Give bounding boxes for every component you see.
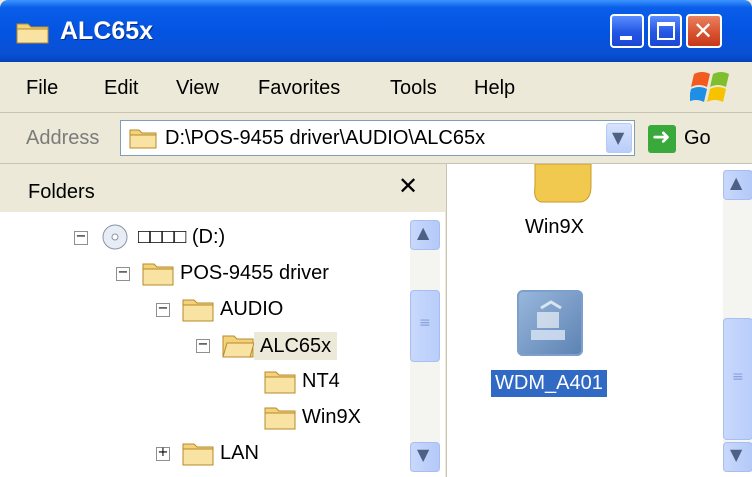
folders-pane: Folders ✕ − □□□□ (D:) − POS-9455 driver … xyxy=(0,164,445,477)
content-scrollbar[interactable]: ▲ ≡ ▼ xyxy=(723,170,752,472)
chevron-up-icon: ▲ xyxy=(730,173,743,192)
driver-installer-icon[interactable] xyxy=(517,290,583,356)
address-label: Address xyxy=(26,127,100,149)
go-button[interactable]: ➜ xyxy=(648,125,676,153)
folder-open-icon xyxy=(222,335,254,358)
grip-icon: ≡ xyxy=(732,369,744,385)
folder-icon xyxy=(142,263,174,286)
go-label[interactable]: Go xyxy=(684,127,711,150)
collapse-toggle[interactable]: − xyxy=(74,229,88,245)
maximize-button[interactable] xyxy=(648,14,682,48)
close-button[interactable]: ✕ xyxy=(686,14,722,48)
address-bar: Address D:\POS-9455 driver\AUDIO\ALC65x … xyxy=(0,113,752,164)
tree-item-label: POS-9455 driver xyxy=(180,262,329,284)
installer-glyph-icon xyxy=(531,300,565,340)
scroll-thumb[interactable]: ≡ xyxy=(410,290,440,362)
file-list-pane: Win9X WDM_A401 ▲ ≡ ▼ xyxy=(446,164,752,477)
scroll-down-button[interactable]: ▼ xyxy=(410,442,440,472)
collapse-toggle[interactable]: − xyxy=(196,337,210,353)
menu-view[interactable]: View xyxy=(176,77,219,100)
close-icon: ✕ xyxy=(693,17,714,45)
folder-icon xyxy=(182,443,214,466)
collapse-toggle[interactable]: − xyxy=(116,265,130,281)
cd-drive-icon xyxy=(102,224,128,250)
folders-scrollbar[interactable]: ▲ ≡ ▼ xyxy=(410,220,440,472)
minimize-button[interactable] xyxy=(610,14,644,48)
folder-icon xyxy=(264,407,296,430)
tree-item-label: □□□□ (D:) xyxy=(138,226,226,248)
menu-tools[interactable]: Tools xyxy=(390,77,437,100)
expand-toggle[interactable]: + xyxy=(156,445,170,461)
chevron-down-icon: ▼ xyxy=(417,445,430,464)
close-icon[interactable]: ✕ xyxy=(398,172,418,200)
menu-edit[interactable]: Edit xyxy=(104,77,138,100)
folder-icon[interactable] xyxy=(533,164,593,204)
file-item-wdm-a401[interactable]: WDM_A401 xyxy=(491,370,607,397)
menu-bar: File Edit View Favorites Tools Help xyxy=(0,62,752,113)
tree-item-label: NT4 xyxy=(302,370,340,392)
folder-icon xyxy=(264,371,296,394)
folder-icon xyxy=(182,299,214,322)
maximize-icon xyxy=(657,22,675,40)
arrow-right-icon: ➜ xyxy=(652,125,671,150)
chevron-down-icon: ▼ xyxy=(730,445,743,464)
tree-item-label: Win9X xyxy=(302,406,361,428)
file-item-win9x[interactable]: Win9X xyxy=(525,216,584,239)
address-value: D:\POS-9455 driver\AUDIO\ALC65x xyxy=(165,127,486,149)
scroll-up-button[interactable]: ▲ xyxy=(410,220,440,250)
menu-help[interactable]: Help xyxy=(474,77,515,100)
grip-icon: ≡ xyxy=(419,315,431,331)
menu-file[interactable]: File xyxy=(26,77,58,100)
explorer-window: ALC65x ✕ File Edit View Favorites Tools … xyxy=(0,0,752,477)
title-bar[interactable]: ALC65x ✕ xyxy=(0,0,752,62)
scroll-up-button[interactable]: ▲ xyxy=(723,170,752,200)
minimize-icon xyxy=(620,36,632,40)
scroll-down-button[interactable]: ▼ xyxy=(723,442,752,472)
tree-item-label: AUDIO xyxy=(220,298,284,320)
window-title: ALC65x xyxy=(60,17,154,45)
scroll-thumb[interactable]: ≡ xyxy=(723,318,752,440)
folder-icon xyxy=(129,129,157,149)
folders-header: Folders ✕ xyxy=(0,164,445,212)
windows-logo-icon xyxy=(690,72,729,102)
tree-item-label: ALC65x xyxy=(254,332,338,360)
address-dropdown-button[interactable]: ▼ xyxy=(606,123,632,153)
chevron-up-icon: ▲ xyxy=(417,223,430,242)
collapse-toggle[interactable]: − xyxy=(156,301,170,317)
address-input[interactable]: D:\POS-9455 driver\AUDIO\ALC65x ▼ xyxy=(120,120,635,156)
folder-icon xyxy=(16,23,49,44)
chevron-down-icon: ▼ xyxy=(612,128,625,147)
folders-title: Folders xyxy=(28,181,95,203)
tree-item-label: LAN xyxy=(220,442,259,464)
menu-favorites[interactable]: Favorites xyxy=(258,77,340,100)
